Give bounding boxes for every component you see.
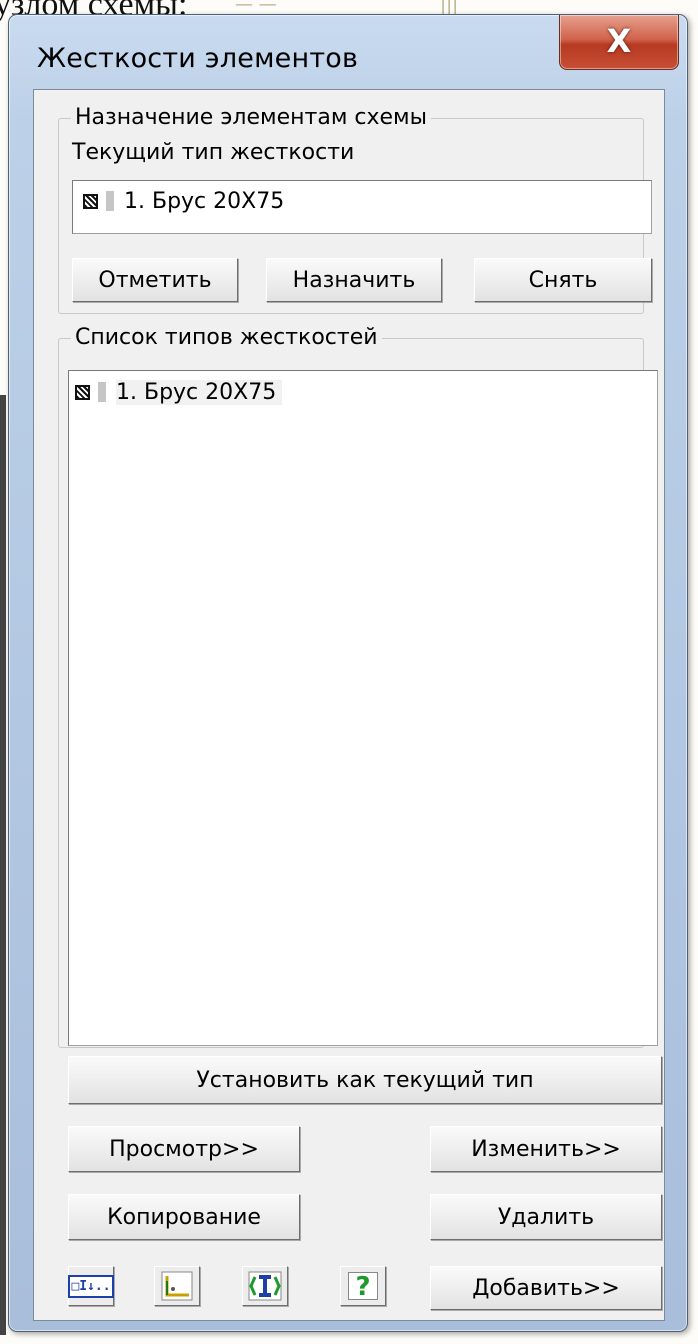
background-decoration: ||| bbox=[440, 0, 459, 15]
assign-group-title: Назначение элементам схемы bbox=[71, 105, 432, 130]
background-shadow bbox=[0, 395, 6, 1335]
help-icon: ? bbox=[348, 1272, 378, 1301]
mark-button[interactable]: Отметить bbox=[72, 258, 238, 302]
assign-button[interactable]: Назначить bbox=[266, 258, 442, 302]
delete-button[interactable]: Удалить bbox=[430, 1194, 662, 1240]
set-current-type-button[interactable]: Установить как текущий тип bbox=[68, 1056, 662, 1104]
hatch-section-icon bbox=[83, 193, 98, 209]
stiffness-dialog: Жесткости элементов X Назначение элемент… bbox=[8, 14, 688, 1332]
close-button[interactable]: X bbox=[559, 15, 679, 70]
section-axes-button[interactable] bbox=[154, 1266, 200, 1306]
section-profile-button[interactable] bbox=[242, 1266, 288, 1306]
current-type-value: 1. Брус 20X75 bbox=[124, 188, 285, 214]
current-type-field[interactable]: 1. Брус 20X75 bbox=[72, 180, 652, 234]
help-button[interactable]: ? bbox=[340, 1266, 386, 1306]
types-group-title: Список типов жесткостей bbox=[71, 325, 382, 350]
current-type-label: Текущий тип жесткости bbox=[72, 140, 355, 165]
import-stiffness-icon: □I↓.. bbox=[68, 1274, 114, 1298]
color-swatch bbox=[98, 382, 106, 402]
window-title: Жесткости элементов bbox=[37, 43, 359, 74]
background-decoration: — — bbox=[235, 0, 277, 15]
list-item[interactable]: 1. Брус 20X75 bbox=[75, 377, 283, 407]
copy-button[interactable]: Копирование bbox=[68, 1194, 300, 1240]
view-button[interactable]: Просмотр>> bbox=[68, 1126, 300, 1172]
import-stiffness-button[interactable]: □I↓.. bbox=[68, 1266, 114, 1306]
section-profile-icon bbox=[248, 1271, 282, 1301]
remove-button[interactable]: Снять bbox=[474, 258, 652, 302]
add-button[interactable]: Добавить>> bbox=[430, 1266, 662, 1310]
edit-button[interactable]: Изменить>> bbox=[430, 1126, 662, 1172]
dialog-client-area: Назначение элементам схемы Текущий тип ж… bbox=[33, 89, 665, 1321]
section-axes-icon bbox=[161, 1271, 193, 1301]
hatch-section-icon bbox=[75, 384, 90, 400]
color-swatch bbox=[106, 191, 114, 211]
stiffness-types-list[interactable]: 1. Брус 20X75 bbox=[68, 370, 658, 1046]
list-item-label: 1. Брус 20X75 bbox=[116, 379, 283, 405]
